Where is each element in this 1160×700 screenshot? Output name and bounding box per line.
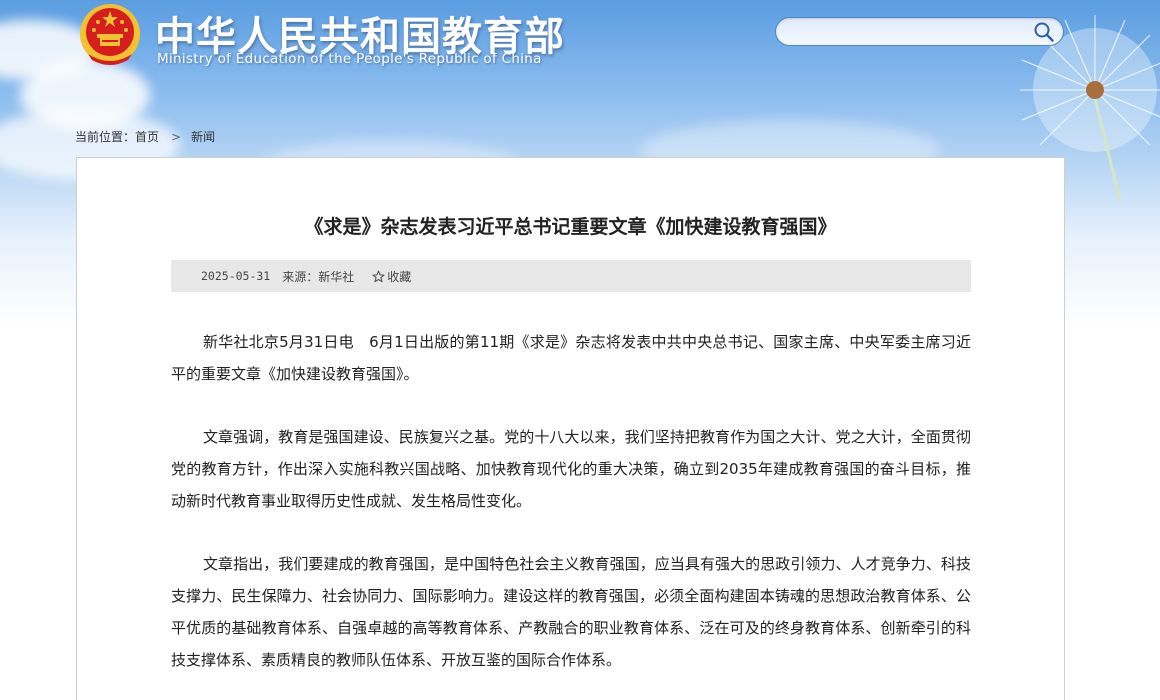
article-title: 《求是》杂志发表习近平总书记重要文章《加快建设教育强国》 [304,216,837,238]
breadcrumb-home-link[interactable]: 首页 [135,128,159,145]
search-input[interactable] [786,21,1026,43]
breadcrumb: 当前位置： 首页 > 新闻 [75,128,215,145]
article-body: 新华社北京5月31日电 6月1日出版的第11期《求是》杂志将发表中共中央总书记、… [171,326,971,700]
national-emblem-icon [80,4,140,65]
favorite-button[interactable]: 收藏 [372,268,411,285]
star-icon [372,270,385,282]
breadcrumb-prefix: 当前位置： [75,130,136,144]
article-paragraph: 文章强调，教育是强国建设、民族复兴之基。党的十八大以来，我们坚持把教育作为国之大… [171,428,971,510]
site-title-english: Ministry of Education of the People's Re… [157,51,542,67]
search-box [775,17,1064,46]
favorite-label: 收藏 [387,269,412,284]
article-source: 来源：新华社 [282,269,355,284]
article-date: 2025-05-31 [201,269,271,283]
chevron-right-icon: > [171,129,182,144]
breadcrumb-current-link[interactable]: 新闻 [191,128,215,145]
article-container: 《求是》杂志发表习近平总书记重要文章《加快建设教育强国》 2025-05-31 … [76,157,1065,700]
article-paragraph: 文章指出，我们要建成的教育强国，是中国特色社会主义教育强国，应当具有强大的思政引… [171,555,971,669]
search-icon[interactable] [1033,21,1055,43]
article-paragraph: 新华社北京5月31日电 6月1日出版的第11期《求是》杂志将发表中共中央总书记、… [171,333,971,383]
article-meta-bar: 2025-05-31 来源：新华社 收藏 [171,260,971,292]
